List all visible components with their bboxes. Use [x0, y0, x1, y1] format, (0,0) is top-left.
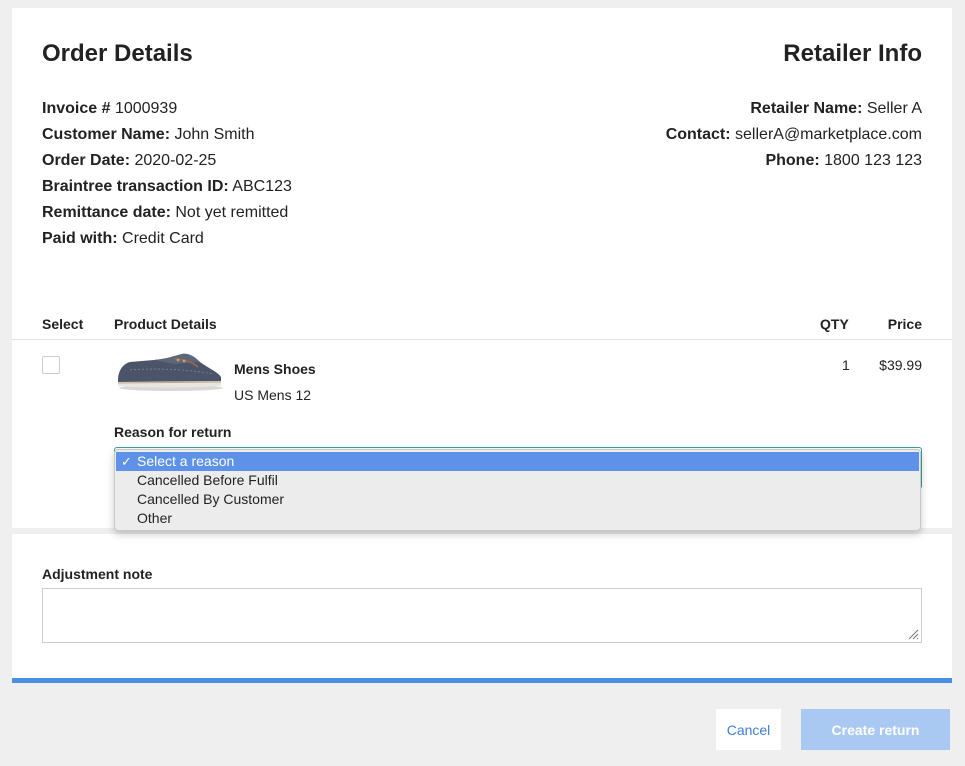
column-header-price: Price [887, 316, 922, 332]
table-header-divider [12, 339, 952, 340]
adjustment-note-field[interactable] [42, 588, 922, 643]
resize-grip-icon[interactable] [906, 627, 919, 640]
retailer-name-row: Retailer Name: Seller A [750, 100, 922, 117]
contact-row: Contact: sellerA@marketplace.com [665, 126, 922, 143]
column-header-product: Product Details [114, 316, 217, 332]
reason-dropdown-list: ✓ Select a reason Cancelled Before Fulfil… [114, 449, 921, 531]
retailer-info-title: Retailer Info [783, 40, 922, 67]
product-variant: US Mens 12 [234, 387, 312, 403]
transaction-value: ABC123 [232, 178, 292, 195]
invoice-value: 1000939 [114, 100, 178, 117]
boat-shoe-image [117, 353, 223, 391]
accent-divider [12, 678, 952, 683]
contact-value: sellerA@marketplace.com [735, 126, 922, 143]
adjustment-note-label: Adjustment note [42, 566, 153, 582]
phone-value: 1800 123 123 [824, 152, 922, 169]
invoice-row: Invoice # 1000939 [42, 100, 178, 117]
customer-value: John Smith [174, 126, 255, 143]
product-price: $39.99 [879, 357, 922, 373]
paid-with-row: Paid with: Credit Card [42, 230, 204, 247]
reason-option[interactable]: Cancelled By Customer [116, 490, 919, 509]
retailer-name-value: Seller A [866, 100, 922, 117]
paid-with-value: Credit Card [122, 230, 204, 247]
select-item-checkbox[interactable] [42, 356, 60, 374]
reason-for-return-label: Reason for return [114, 424, 232, 440]
product-qty: 1 [842, 357, 850, 373]
remittance-value: Not yet remitted [175, 204, 289, 221]
product-name: Mens Shoes [234, 361, 316, 377]
order-date-value: 2020-02-25 [134, 152, 217, 169]
phone-row: Phone: 1800 123 123 [765, 152, 922, 169]
create-return-button[interactable]: Create return [801, 709, 950, 750]
column-header-select: Select [42, 316, 84, 332]
transaction-row: Braintree transaction ID: ABC123 [42, 178, 292, 195]
checkmark-icon: ✓ [121, 454, 132, 469]
cancel-button[interactable]: Cancel [716, 709, 781, 750]
reason-option[interactable]: Cancelled Before Fulfil [116, 471, 919, 490]
order-details-title: Order Details [42, 40, 193, 67]
column-header-qty: QTY [820, 316, 849, 332]
retailer-info: Retailer Name: Seller A Contact: sellerA… [666, 96, 922, 174]
remittance-row: Remittance date: Not yet remitted [42, 204, 289, 221]
customer-row: Customer Name: John Smith [42, 126, 255, 143]
order-info: Invoice # 1000939 Customer Name: John Sm… [42, 96, 292, 252]
reason-option[interactable]: Other [116, 509, 919, 528]
order-date-row: Order Date: 2020-02-25 [42, 152, 217, 169]
reason-option[interactable]: ✓ Select a reason [116, 452, 919, 471]
